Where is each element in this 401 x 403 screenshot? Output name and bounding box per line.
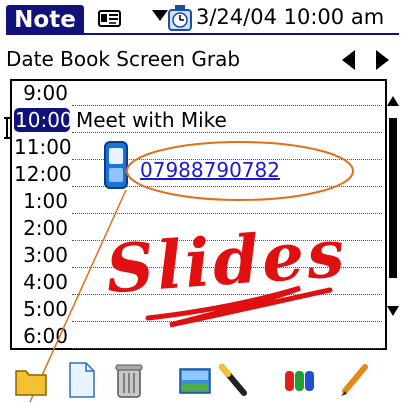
time-label-selected: 10:00 [14, 108, 73, 132]
time-row[interactable]: 4:00 [14, 268, 384, 295]
time-label: 11:00 [14, 135, 72, 159]
bottom-toolbar [0, 355, 401, 403]
insertion-cursor-icon [4, 117, 10, 139]
time-label: 2:00 [23, 216, 68, 240]
time-label: 12:00 [14, 162, 72, 186]
time-row[interactable]: 2:00 [14, 214, 384, 241]
time-row[interactable]: 1:00 [14, 187, 384, 214]
alarm-clock-icon[interactable] [167, 4, 193, 32]
time-row[interactable]: 3:00 [14, 241, 384, 268]
time-label: 3:00 [23, 243, 68, 267]
scroll-up-arrow-icon[interactable] [387, 96, 399, 106]
title-bar: Note 3/24/04 10:00 am [0, 0, 401, 40]
schedule-panel: 9:00 10:00 Meet with Mike 11:00 12:00 1:… [10, 79, 387, 350]
time-row[interactable]: 6:00 [14, 322, 384, 349]
scroll-thumb[interactable] [389, 118, 397, 278]
color-palette-icon[interactable] [283, 361, 317, 399]
time-label: 4:00 [23, 270, 68, 294]
chevron-down-icon[interactable] [152, 10, 168, 21]
trash-icon[interactable] [112, 361, 146, 399]
pencil-icon[interactable] [337, 361, 371, 399]
time-label: 5:00 [23, 297, 68, 321]
time-row[interactable]: 10:00 Meet with Mike [14, 106, 384, 133]
blank-page-icon[interactable] [64, 361, 98, 399]
vertical-scrollbar[interactable] [386, 88, 400, 338]
event-title[interactable]: Meet with Mike [76, 108, 227, 132]
time-label: 9:00 [23, 81, 68, 105]
time-row[interactable]: 5:00 [14, 295, 384, 322]
folder-icon[interactable] [14, 361, 48, 399]
title-underline [84, 33, 399, 35]
previous-arrow-icon[interactable] [342, 50, 355, 70]
app-title-tab[interactable]: Note [6, 5, 84, 35]
note-title: Date Book Screen Grab [6, 47, 241, 71]
eraser-icon[interactable] [216, 361, 250, 399]
scroll-down-arrow-icon[interactable] [387, 306, 399, 316]
image-icon[interactable] [178, 361, 212, 399]
next-arrow-icon[interactable] [376, 50, 389, 70]
row-divider [72, 348, 382, 349]
time-row[interactable]: 11:00 [14, 133, 384, 160]
mobile-phone-icon[interactable] [103, 140, 129, 190]
time-row[interactable]: 9:00 [14, 79, 384, 106]
phone-number-link[interactable]: 07988790782 [140, 158, 280, 182]
time-label: 6:00 [23, 324, 68, 348]
datetime-label[interactable]: 3/24/04 10:00 am [196, 5, 384, 29]
time-label: 1:00 [23, 189, 68, 213]
business-card-icon[interactable] [98, 8, 122, 28]
